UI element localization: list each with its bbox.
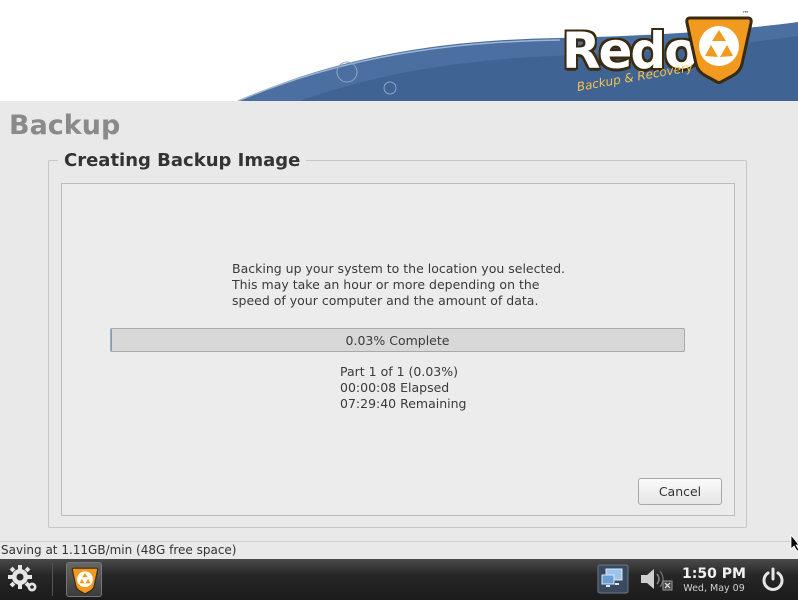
backup-progress-bar: 0.03% Complete — [110, 328, 685, 352]
mouse-cursor-icon — [790, 534, 798, 552]
taskbar-separator — [52, 563, 53, 596]
gear-icon[interactable] — [7, 564, 39, 594]
groupbox-title: Creating Backup Image — [58, 150, 307, 171]
part-count: Part 1 of 1 (0.03%) — [340, 364, 458, 379]
elapsed-time: 00:00:08 Elapsed — [340, 380, 450, 395]
remaining-time: 07:29:40 Remaining — [340, 396, 467, 411]
cancel-button[interactable]: Cancel — [638, 478, 722, 505]
backup-stats: Part 1 of 1 (0.03%) 00:00:08 Elapsed 07:… — [340, 364, 467, 412]
network-icon[interactable] — [597, 564, 629, 594]
redo-recycle-icon — [71, 567, 99, 595]
message-line: speed of your computer and the amount of… — [232, 293, 539, 308]
taskbar-redo-app-button[interactable] — [66, 562, 102, 597]
message-line: This may take an hour or more depending … — [232, 277, 540, 292]
power-icon[interactable] — [759, 566, 787, 594]
recycle-badge-icon — [685, 16, 753, 84]
status-text: Saving at 1.11GB/min (48G free space) — [0, 541, 798, 559]
redo-logo: Redo Backup & Recovery ™ — [562, 10, 762, 100]
clock-date: Wed, May 09 — [683, 583, 745, 594]
taskbar-clock[interactable]: 1:50 PM Wed, May 09 — [680, 567, 748, 595]
volume-muted-icon[interactable] — [638, 565, 674, 593]
backup-message: Backing up your system to the location y… — [232, 261, 565, 309]
page-title: Backup — [9, 110, 121, 141]
message-line: Backing up your system to the location y… — [232, 261, 565, 276]
progress-label: 0.03% Complete — [345, 333, 450, 348]
header-banner: Redo Backup & Recovery ™ — [0, 0, 798, 101]
taskbar: 1:50 PM Wed, May 09 — [0, 559, 798, 600]
clock-time: 1:50 PM — [682, 566, 746, 582]
